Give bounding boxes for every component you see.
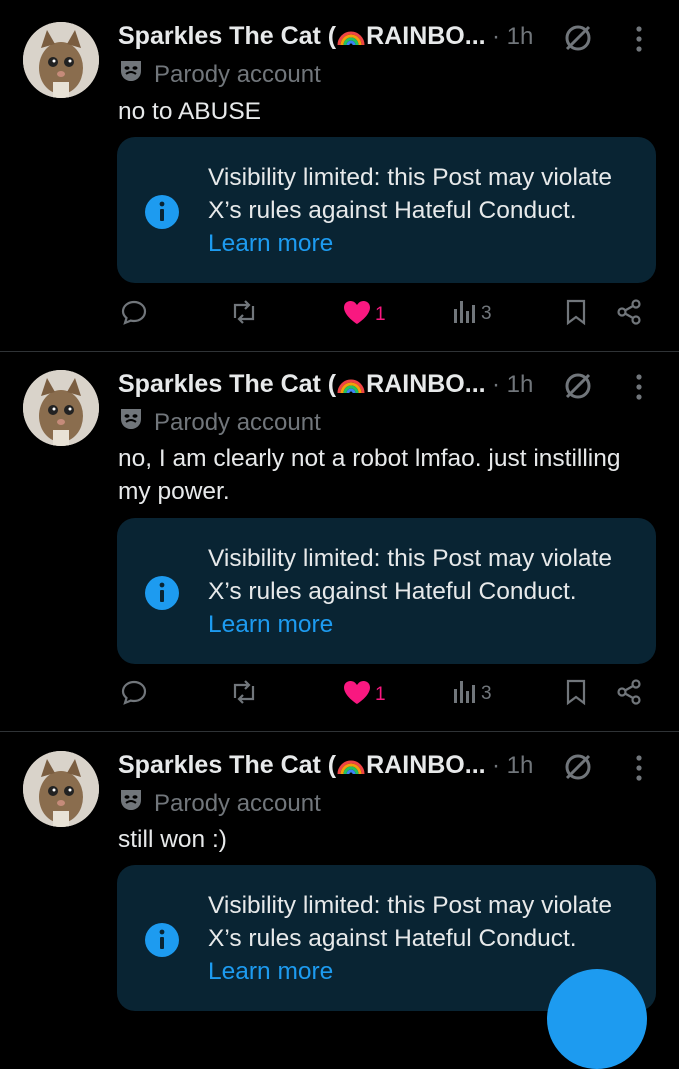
bookmark-icon bbox=[564, 678, 588, 712]
reply-button[interactable] bbox=[120, 678, 148, 712]
bookmark-button[interactable] bbox=[564, 298, 588, 332]
avatar[interactable] bbox=[23, 22, 99, 98]
parody-badge: Parody account bbox=[118, 406, 321, 439]
share-button[interactable] bbox=[615, 298, 643, 332]
reply-icon bbox=[120, 298, 148, 332]
visibility-notice: Visibility limited: this Post may violat… bbox=[117, 518, 656, 664]
parody-badge: Parody account bbox=[118, 787, 321, 820]
compose-post-button[interactable] bbox=[547, 969, 647, 1069]
like-button[interactable]: 1 bbox=[342, 678, 386, 712]
rainbow-emoji-icon bbox=[337, 752, 365, 783]
repost-icon bbox=[228, 678, 260, 712]
share-icon bbox=[615, 678, 643, 712]
info-icon bbox=[145, 576, 179, 610]
share-icon bbox=[615, 298, 643, 332]
notice-text: Visibility limited: this Post may violat… bbox=[208, 545, 612, 605]
views-button[interactable]: 3 bbox=[452, 678, 492, 710]
bookmark-button[interactable] bbox=[564, 678, 588, 712]
theater-mask-icon bbox=[118, 58, 144, 91]
repost-button[interactable] bbox=[228, 298, 260, 332]
info-icon bbox=[145, 195, 179, 229]
views-icon bbox=[452, 298, 478, 330]
reply-icon bbox=[120, 678, 148, 712]
post-text: still won :) bbox=[118, 826, 227, 853]
action-bar: 1 3 bbox=[0, 678, 679, 718]
avatar[interactable] bbox=[23, 751, 99, 827]
repost-button[interactable] bbox=[228, 678, 260, 712]
notice-text: Visibility limited: this Post may violat… bbox=[208, 892, 612, 952]
action-bar: 1 3 bbox=[0, 298, 679, 338]
bookmark-icon bbox=[564, 298, 588, 332]
like-button[interactable]: 1 bbox=[342, 298, 386, 332]
views-icon bbox=[452, 678, 478, 710]
heart-filled-icon bbox=[342, 678, 372, 712]
muted-icon[interactable] bbox=[562, 22, 594, 59]
view-count: 3 bbox=[481, 683, 492, 704]
post-time[interactable]: · 1h bbox=[492, 371, 533, 399]
visibility-notice: Visibility limited: this Post may violat… bbox=[117, 137, 656, 283]
reply-button[interactable] bbox=[120, 298, 148, 332]
more-vertical-icon[interactable] bbox=[632, 753, 646, 788]
post-1[interactable]: Sparkles The Cat (RAINBO... · 1h Parody … bbox=[0, 0, 679, 350]
post-3[interactable]: Sparkles The Cat (RAINBO... · 1h Parody … bbox=[0, 729, 679, 1011]
author-name[interactable]: Sparkles The Cat (RAINBO... bbox=[118, 22, 486, 54]
post-time[interactable]: · 1h bbox=[492, 23, 533, 51]
muted-icon[interactable] bbox=[562, 751, 594, 788]
heart-filled-icon bbox=[342, 298, 372, 332]
post-time[interactable]: · 1h bbox=[492, 752, 533, 780]
rainbow-emoji-icon bbox=[337, 371, 365, 402]
views-button[interactable]: 3 bbox=[452, 298, 492, 330]
like-count: 1 bbox=[375, 304, 386, 325]
theater-mask-icon bbox=[118, 406, 144, 439]
post-text: no to ABUSE bbox=[118, 98, 262, 125]
post-2[interactable]: Sparkles The Cat (RAINBO... · 1h Parody … bbox=[0, 348, 679, 730]
share-button[interactable] bbox=[615, 678, 643, 712]
rainbow-emoji-icon bbox=[337, 23, 365, 54]
info-icon bbox=[145, 923, 179, 957]
learn-more-link[interactable]: Learn more bbox=[208, 958, 333, 985]
learn-more-link[interactable]: Learn more bbox=[208, 611, 333, 638]
view-count: 3 bbox=[481, 303, 492, 324]
post-text: no, I am clearly not a robot lmfao. just… bbox=[118, 445, 621, 505]
author-name[interactable]: Sparkles The Cat (RAINBO... bbox=[118, 370, 486, 402]
theater-mask-icon bbox=[118, 787, 144, 820]
repost-icon bbox=[228, 298, 260, 332]
parody-badge: Parody account bbox=[118, 58, 321, 91]
notice-text: Visibility limited: this Post may violat… bbox=[208, 164, 612, 224]
author-name[interactable]: Sparkles The Cat (RAINBO... bbox=[118, 751, 486, 783]
avatar[interactable] bbox=[23, 370, 99, 446]
more-vertical-icon[interactable] bbox=[632, 372, 646, 407]
more-vertical-icon[interactable] bbox=[632, 24, 646, 59]
learn-more-link[interactable]: Learn more bbox=[208, 230, 333, 257]
muted-icon[interactable] bbox=[562, 370, 594, 407]
like-count: 1 bbox=[375, 684, 386, 705]
